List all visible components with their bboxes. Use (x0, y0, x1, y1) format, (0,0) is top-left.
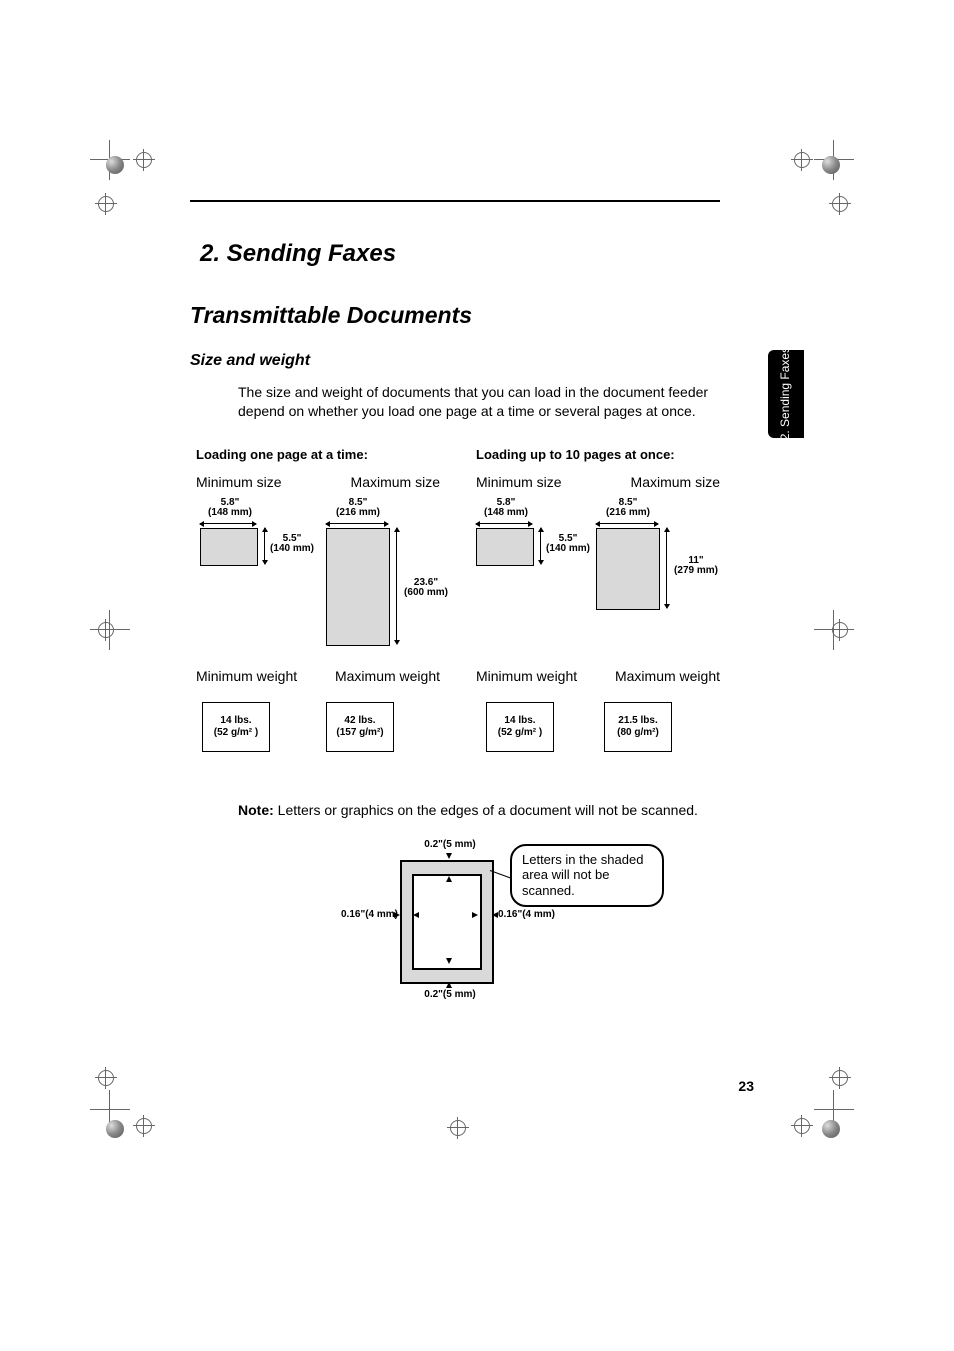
page-content: 2. Sending Faxes Transmittable Documents… (190, 200, 720, 1020)
subsection-heading: Size and weight (190, 353, 720, 369)
registration-target-icon (450, 1120, 466, 1136)
registration-target-icon (136, 152, 152, 168)
margin-bottom-label: 0.2"(5 mm) (420, 990, 480, 1001)
single-min-height: 5.5"(140 mm) (268, 534, 316, 555)
single-max-width: 8.5"(216 mm) (330, 498, 386, 519)
registration-target-icon (98, 622, 114, 638)
registration-ball-icon (106, 156, 124, 174)
height-arrow-icon (540, 528, 541, 564)
arrow-left-icon (413, 912, 419, 918)
registration-target-icon (832, 196, 848, 212)
intro-paragraph: The size and weight of documents that yo… (238, 383, 720, 421)
registration-target-icon (98, 196, 114, 212)
page-number: 23 (738, 1078, 754, 1094)
single-min-weight-box: 14 lbs.(52 g/m² ) (202, 702, 270, 752)
size-diagrams: 5.8"(148 mm) 5.5"(140 mm) 8.5"(216 mm) 2… (190, 498, 720, 658)
multi-max-height: 11"(279 mm) (670, 556, 722, 577)
label-min-size: Minimum size (196, 474, 282, 490)
label-min-size: Minimum size (476, 474, 562, 490)
single-max-weight-box: 42 lbs.(157 g/m²) (326, 702, 394, 752)
weight-labels-row: Minimum weight Maximum weight Minimum we… (196, 668, 720, 684)
registration-target-icon (832, 622, 848, 638)
section-heading: Transmittable Documents (190, 304, 720, 327)
single-min-width: 5.8"(148 mm) (204, 498, 256, 519)
scannable-area (412, 874, 482, 970)
multi-max-width: 8.5"(216 mm) (600, 498, 656, 519)
header-single: Loading one page at a time: (196, 447, 440, 462)
label-min-weight: Minimum weight (196, 668, 297, 684)
label-max-weight: Maximum weight (335, 668, 440, 684)
registration-ball-icon (106, 1120, 124, 1138)
label-max-size: Maximum size (631, 474, 720, 490)
registration-ball-icon (822, 156, 840, 174)
arrow-right-icon (472, 912, 478, 918)
registration-target-icon (832, 1070, 848, 1086)
margin-right-label: 0.16"(4 mm) (498, 910, 562, 921)
single-min-size-box (200, 528, 258, 566)
arrow-down-icon (446, 853, 452, 859)
height-arrow-icon (666, 528, 667, 608)
width-arrow-icon (326, 523, 388, 524)
margin-left-label: 0.16"(4 mm) (334, 910, 398, 921)
multi-min-size-box (476, 528, 534, 566)
registration-target-icon (136, 1118, 152, 1134)
height-arrow-icon (264, 528, 265, 564)
width-arrow-icon (200, 523, 256, 524)
multi-min-weight-box: 14 lbs.(52 g/m² ) (486, 702, 554, 752)
callout-box: Letters in the shaded area will not be s… (510, 844, 664, 907)
chapter-title: 2. Sending Faxes (200, 242, 720, 266)
column-headers: Loading one page at a time: Loading up t… (196, 447, 720, 462)
arrow-down-icon (446, 958, 452, 964)
arrow-up-icon (446, 982, 452, 988)
arrow-up-icon (446, 876, 452, 882)
note-label: Note: (238, 802, 274, 818)
chapter-tab: 2. Sending Faxes (768, 350, 804, 438)
size-labels-row: Minimum size Maximum size Minimum size M… (196, 474, 720, 490)
header-multi: Loading up to 10 pages at once: (476, 447, 720, 462)
note-text: Letters or graphics on the edges of a do… (274, 802, 698, 818)
multi-max-weight-box: 21.5 lbs.(80 g/m²) (604, 702, 672, 752)
registration-target-icon (794, 1118, 810, 1134)
multi-min-width: 5.8"(148 mm) (480, 498, 532, 519)
weight-diagrams: 14 lbs.(52 g/m² ) 42 lbs.(157 g/m²) 14 l… (190, 692, 720, 782)
header-rule (190, 200, 720, 202)
registration-target-icon (98, 1070, 114, 1086)
registration-ball-icon (822, 1120, 840, 1138)
label-max-weight: Maximum weight (615, 668, 720, 684)
height-arrow-icon (396, 528, 397, 644)
width-arrow-icon (476, 523, 532, 524)
single-max-size-box (326, 528, 390, 646)
multi-max-size-box (596, 528, 660, 610)
margin-diagram: 0.2"(5 mm) 0.16"(4 mm) 0.16"(4 mm) 0.2"(… (350, 840, 670, 1020)
scan-note: Note: Letters or graphics on the edges o… (238, 802, 720, 818)
label-max-size: Maximum size (351, 474, 440, 490)
single-max-height: 23.6"(600 mm) (400, 578, 452, 599)
multi-min-height: 5.5"(140 mm) (544, 534, 592, 555)
margin-top-label: 0.2"(5 mm) (420, 840, 480, 851)
chapter-tab-text: 2. Sending Faxes (779, 347, 792, 440)
label-min-weight: Minimum weight (476, 668, 577, 684)
width-arrow-icon (596, 523, 658, 524)
registration-target-icon (794, 152, 810, 168)
